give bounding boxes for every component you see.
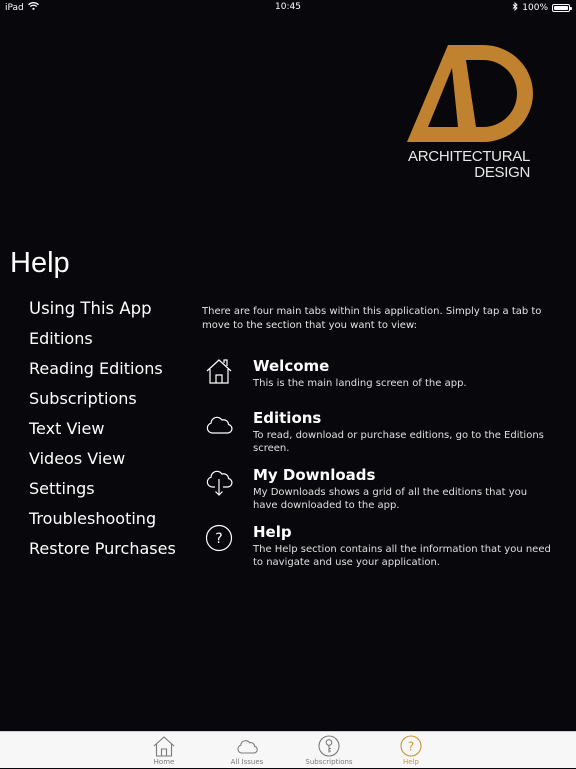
menu-item-videos-view[interactable]: Videos View xyxy=(29,444,176,474)
tab-home[interactable]: Home xyxy=(124,732,204,769)
feature-title: Welcome xyxy=(253,357,330,375)
svg-text:?: ? xyxy=(408,740,414,754)
battery-icon xyxy=(552,4,572,12)
home-icon xyxy=(153,736,175,757)
logo-text-line2: DESIGN xyxy=(474,164,530,181)
menu-item-text-view[interactable]: Text View xyxy=(29,414,176,444)
feature-description: To read, download or purchase editions, … xyxy=(253,430,544,454)
feature-description: My Downloads shows a grid of all the edi… xyxy=(253,487,528,511)
feature-description: This is the main landing screen of the a… xyxy=(253,378,467,389)
menu-item-subscriptions[interactable]: Subscriptions xyxy=(29,384,176,414)
help-topics-menu: Using This App Editions Reading Editions… xyxy=(29,294,176,564)
status-time: 10:45 xyxy=(275,2,301,12)
cloud-icon xyxy=(206,416,233,434)
tab-label: Help xyxy=(403,758,419,766)
tab-all-issues[interactable]: All Issues xyxy=(207,732,287,769)
battery-percent: 100% xyxy=(522,3,548,13)
question-icon: ? xyxy=(400,735,422,757)
bluetooth-icon xyxy=(512,1,518,14)
svg-text:?: ? xyxy=(215,531,222,547)
intro-text: There are four main tabs within this app… xyxy=(202,306,542,331)
menu-item-reading-editions[interactable]: Reading Editions xyxy=(29,354,176,384)
home-icon xyxy=(206,359,232,384)
menu-item-editions[interactable]: Editions xyxy=(29,324,176,354)
feature-title: Help xyxy=(253,523,292,541)
page-title: Help xyxy=(10,247,70,279)
tab-subscriptions[interactable]: Subscriptions xyxy=(289,732,369,769)
menu-item-restore-purchases[interactable]: Restore Purchases xyxy=(29,534,176,564)
question-icon: ? xyxy=(205,524,233,552)
status-bar: iPad 10:45 100% xyxy=(0,0,576,16)
tab-label: Home xyxy=(153,758,175,766)
battery-level xyxy=(554,6,568,10)
tab-help[interactable]: ? Help xyxy=(371,732,451,769)
tab-label: All Issues xyxy=(230,758,264,766)
logo-text-line1: ARCHITECTURAL xyxy=(408,148,530,165)
cloud-icon xyxy=(237,740,258,754)
key-icon xyxy=(318,735,340,757)
feature-title: My Downloads xyxy=(253,466,376,484)
tab-label: Subscriptions xyxy=(305,758,353,766)
menu-item-using-this-app[interactable]: Using This App xyxy=(29,294,176,324)
menu-item-settings[interactable]: Settings xyxy=(29,474,176,504)
menu-item-troubleshooting[interactable]: Troubleshooting xyxy=(29,504,176,534)
feature-title: Editions xyxy=(253,409,322,427)
cloud-download-icon xyxy=(206,470,233,496)
tab-bar: Home All Issues Subscriptions ? Help xyxy=(0,731,576,768)
feature-description: The Help section contains all the inform… xyxy=(253,544,551,568)
